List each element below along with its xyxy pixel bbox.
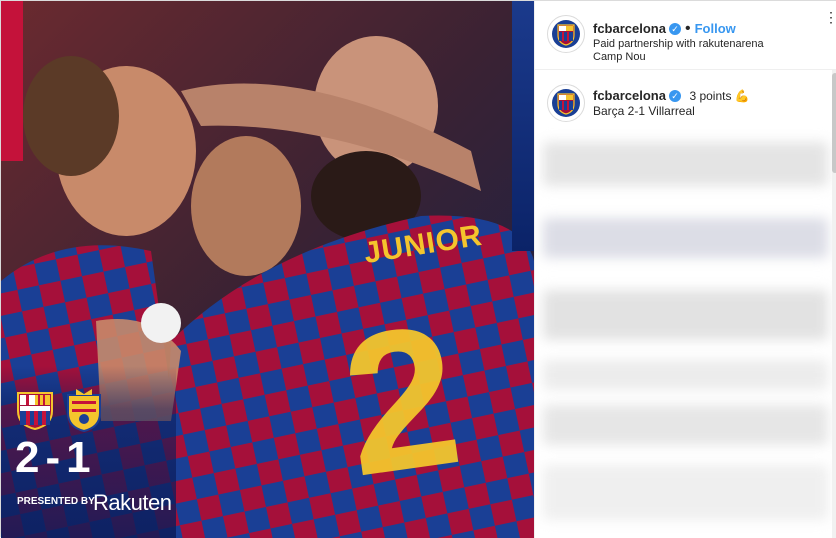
blurred-comment [543, 465, 828, 520]
fcb-avatar-icon [549, 17, 583, 51]
match-score: 2-1 [15, 433, 97, 482]
sponsor-logo-text: Rakuten [93, 490, 172, 515]
partnership-label[interactable]: Paid partnership with rakutenarena [593, 37, 764, 51]
more-options-icon[interactable]: ⋮ [824, 9, 836, 31]
fc-barcelona-crest-icon [17, 392, 53, 431]
post-modal: JUNIOR 2 2-1 PRESENTED BY Rakuten fcbarc… [0, 0, 836, 538]
follow-button[interactable]: Follow [695, 21, 736, 36]
caption-avatar[interactable] [547, 84, 585, 122]
presented-by-label: PRESENTED BY [17, 496, 95, 507]
post-image[interactable]: JUNIOR 2 2-1 PRESENTED BY Rakuten [1, 1, 534, 538]
header-title-row: fcbarcelona ✓ • Follow [593, 20, 736, 38]
verified-badge-icon: ✓ [668, 23, 681, 35]
caption-headline: 3 points 💪 [689, 89, 750, 103]
caption-body: Barça 2-1 Villarreal [593, 104, 695, 118]
comments-area: fcbarcelona ✓ 3 points 💪 Barça 2-1 Villar… [535, 70, 836, 538]
caption-username[interactable]: fcbarcelona [593, 88, 666, 103]
blurred-comment [543, 405, 828, 445]
separator-dot: • [684, 20, 691, 37]
post-sidebar: fcbarcelona ✓ • Follow Paid partnership wit… [534, 1, 836, 538]
fcb-avatar-icon [549, 86, 583, 120]
decorative-red-bar [1, 1, 23, 161]
post-header: fcbarcelona ✓ • Follow Paid partnership wit… [535, 1, 836, 70]
avatar[interactable] [547, 15, 585, 53]
blurred-comment [543, 360, 828, 390]
blurred-comment [543, 218, 828, 258]
location-link[interactable]: Camp Nou [593, 50, 646, 64]
post-author-username[interactable]: fcbarcelona [593, 21, 666, 36]
blurred-comment [543, 142, 828, 186]
blurred-comment [543, 290, 828, 340]
decorative-blue-bar [512, 1, 534, 251]
villarreal-crest-icon [67, 389, 101, 433]
scrollbar-thumb[interactable] [832, 73, 836, 173]
verified-badge-icon: ✓ [668, 90, 681, 102]
